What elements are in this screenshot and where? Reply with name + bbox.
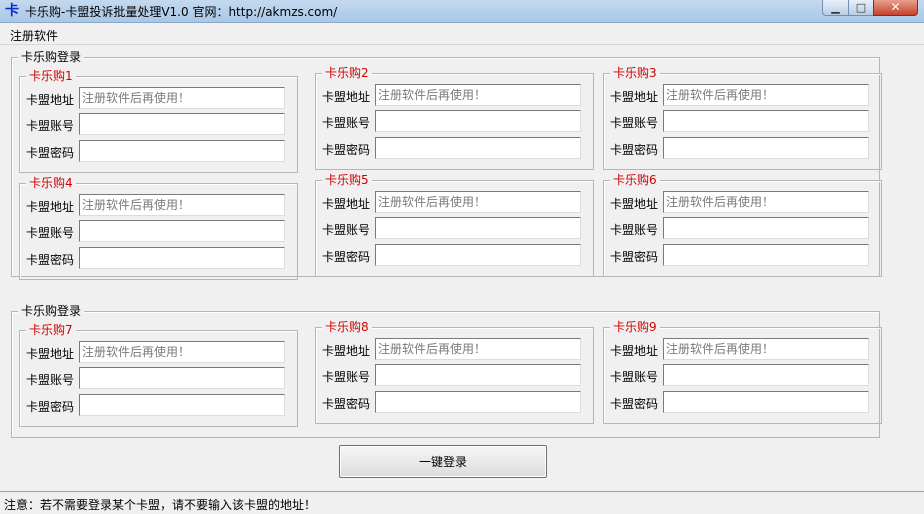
account-6-account-field[interactable] [663,217,869,239]
account-9-account-field[interactable] [663,364,869,386]
minimize-icon: ▁ [831,1,840,14]
account-8-account-label: 卡盟账号 [322,370,371,384]
account-2-account-label: 卡盟账号 [322,116,371,130]
one-click-login-button[interactable]: 一键登录 [339,445,547,478]
account-6-address-field[interactable] [663,191,869,213]
account-4-address-label: 卡盟地址 [26,200,75,214]
account-2-account-field[interactable] [375,110,581,132]
account-7-password-field[interactable] [79,394,285,416]
account-9-address-field[interactable] [663,338,869,360]
account-1-account-label: 卡盟账号 [26,119,75,133]
account-panel-6-title: 卡乐购6 [610,173,660,187]
account-panel-5-title: 卡乐购5 [322,173,372,187]
account-9-password-field[interactable] [663,391,869,413]
account-panel-2-title: 卡乐购2 [322,66,372,80]
account-9-account-label: 卡盟账号 [610,370,659,384]
login-group-2-title: 卡乐购登录 [18,304,85,318]
account-3-address-field[interactable] [663,84,869,106]
account-4-password-field[interactable] [79,247,285,269]
account-1-account-field[interactable] [79,113,285,135]
account-9-password-label: 卡盟密码 [610,397,659,411]
account-2-address-label: 卡盟地址 [322,90,371,104]
account-panel-1-title: 卡乐购1 [26,69,76,83]
account-1-password-field[interactable] [79,140,285,162]
account-7-account-label: 卡盟账号 [26,373,75,387]
account-4-account-label: 卡盟账号 [26,226,75,240]
close-button[interactable]: ✕ [873,0,918,16]
title-bar: 卡 卡乐购-卡盟投诉批量处理V1.0 官网：http://akmzs.com/ … [0,0,924,23]
login-group-1-title: 卡乐购登录 [18,50,85,64]
account-4-password-label: 卡盟密码 [26,253,75,267]
account-panel-7-title: 卡乐购7 [26,323,76,337]
account-5-password-label: 卡盟密码 [322,250,371,264]
minimize-button[interactable]: ▁ [822,0,849,16]
account-9-address-label: 卡盟地址 [610,344,659,358]
account-8-address-label: 卡盟地址 [322,344,371,358]
account-6-password-label: 卡盟密码 [610,250,659,264]
account-8-password-label: 卡盟密码 [322,397,371,411]
account-panel-3-title: 卡乐购3 [610,66,660,80]
window-title: 卡乐购-卡盟投诉批量处理V1.0 官网：http://akmzs.com/ [25,5,338,19]
account-3-password-label: 卡盟密码 [610,143,659,157]
app-icon: 卡 [5,3,19,19]
account-5-address-label: 卡盟地址 [322,197,371,211]
account-7-account-field[interactable] [79,367,285,389]
account-1-password-label: 卡盟密码 [26,146,75,160]
account-8-password-field[interactable] [375,391,581,413]
account-5-account-label: 卡盟账号 [322,223,371,237]
account-6-account-label: 卡盟账号 [610,223,659,237]
account-panel-9-title: 卡乐购9 [610,320,660,334]
account-2-password-label: 卡盟密码 [322,143,371,157]
maximize-icon: □ [855,1,867,14]
account-3-account-field[interactable] [663,110,869,132]
status-bar: 注意：若不需要登录某个卡盟，请不要输入该卡盟的地址！ [0,491,924,514]
account-7-password-label: 卡盟密码 [26,400,75,414]
account-panel-4-title: 卡乐购4 [26,176,76,190]
account-2-address-field[interactable] [375,84,581,106]
account-5-password-field[interactable] [375,244,581,266]
menu-bar: 注册软件 [0,24,924,45]
account-6-password-field[interactable] [663,244,869,266]
maximize-button[interactable]: □ [848,0,874,16]
account-8-address-field[interactable] [375,338,581,360]
account-5-address-field[interactable] [375,191,581,213]
account-2-password-field[interactable] [375,137,581,159]
account-8-account-field[interactable] [375,364,581,386]
account-panel-8-title: 卡乐购8 [322,320,372,334]
account-1-address-label: 卡盟地址 [26,93,75,107]
account-3-account-label: 卡盟账号 [610,116,659,130]
account-4-address-field[interactable] [79,194,285,216]
account-4-account-field[interactable] [79,220,285,242]
close-icon: ✕ [890,0,901,14]
account-1-address-field[interactable] [79,87,285,109]
account-7-address-field[interactable] [79,341,285,363]
account-3-address-label: 卡盟地址 [610,90,659,104]
menu-register[interactable]: 注册软件 [10,27,58,44]
account-7-address-label: 卡盟地址 [26,347,75,361]
status-text: 注意：若不需要登录某个卡盟，请不要输入该卡盟的地址！ [4,498,317,512]
account-5-account-field[interactable] [375,217,581,239]
account-6-address-label: 卡盟地址 [610,197,659,211]
account-3-password-field[interactable] [663,137,869,159]
